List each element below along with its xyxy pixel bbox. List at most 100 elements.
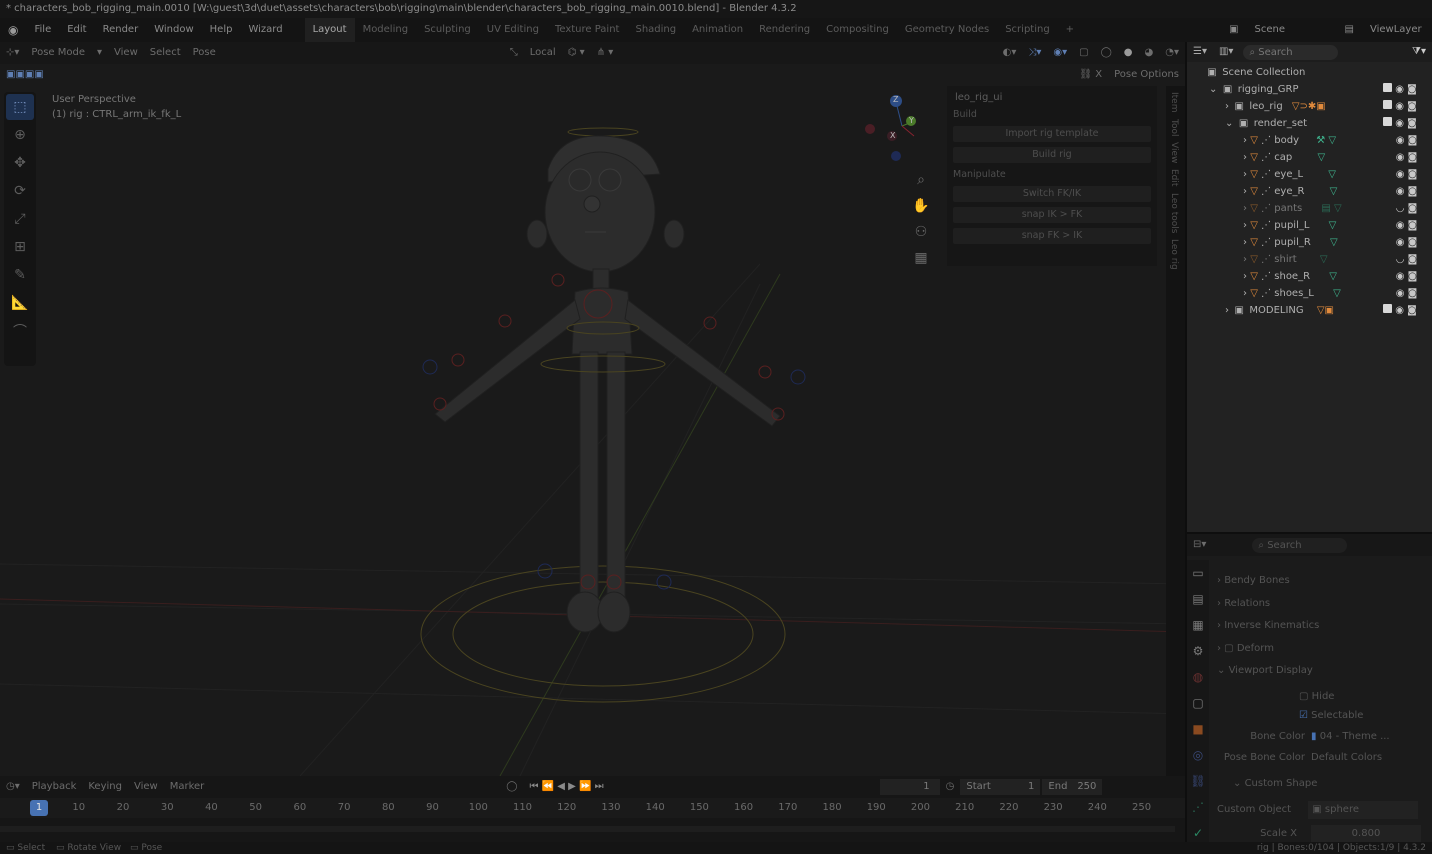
selectable-checkbox[interactable]: ☑ Selectable: [1299, 707, 1432, 725]
tab-leo-tools[interactable]: Leo tools: [1169, 193, 1179, 234]
scene-icon[interactable]: ▣: [1221, 18, 1246, 42]
data-tab-icon[interactable]: ⋰: [1187, 794, 1209, 820]
bone-color-select[interactable]: 04 - Theme ...: [1320, 731, 1390, 742]
custom-object-field[interactable]: ▣ sphere: [1308, 801, 1419, 819]
output-tab-icon[interactable]: ▦: [1187, 612, 1209, 638]
render-tab-icon[interactable]: ▤: [1187, 586, 1209, 612]
marker-menu[interactable]: Marker: [164, 776, 211, 798]
toggle-row[interactable]: ◡ ◙: [1383, 200, 1431, 217]
tab-rendering[interactable]: Rendering: [751, 18, 818, 42]
object-tab-icon[interactable]: ■: [1187, 716, 1209, 742]
timeline-scrollbar[interactable]: [0, 826, 1175, 832]
switch-fk-ik-button[interactable]: Switch FK/IK: [953, 186, 1151, 202]
mode-selector[interactable]: Pose Mode: [25, 42, 91, 64]
navigation-gizmo[interactable]: Z Y X: [862, 94, 922, 166]
ortho-grid-icon[interactable]: ▦: [910, 245, 932, 271]
menu-help[interactable]: Help: [202, 18, 241, 42]
tab-layout[interactable]: Layout: [304, 18, 355, 42]
physics-tab-icon[interactable]: ◎: [1187, 742, 1209, 768]
add-workspace-button[interactable]: +: [1058, 18, 1082, 42]
tab-tool[interactable]: Tool: [1169, 119, 1179, 136]
panel-deform[interactable]: › ▢ Deform: [1217, 640, 1427, 658]
pose-bone-color-select[interactable]: Default Colors: [1311, 752, 1382, 763]
tab-compositing[interactable]: Compositing: [818, 18, 897, 42]
menu-view[interactable]: View: [108, 42, 144, 64]
character-mesh[interactable]: [434, 127, 781, 633]
select-mode-icons[interactable]: ▣▣▣▣: [0, 64, 50, 86]
scene-collection-row[interactable]: ▣ Scene Collection: [1187, 64, 1432, 81]
panel-bendy-bones[interactable]: › Bendy Bones: [1217, 572, 1427, 590]
toggle-row[interactable]: ◉ ◙: [1383, 81, 1431, 98]
toggle-row[interactable]: ◉ ◙: [1383, 98, 1431, 115]
tab-item[interactable]: Item: [1169, 92, 1179, 113]
xray-icon[interactable]: ▢: [1073, 42, 1094, 64]
frame-ruler[interactable]: 1 10 20 30 40 50 60 70 80 90 100 110 120 130 140 150 160…: [0, 798, 1185, 818]
record-icon[interactable]: ◯: [500, 776, 523, 798]
scene-selector[interactable]: Scene: [1247, 18, 1337, 42]
tab-sculpting[interactable]: Sculpting: [416, 18, 479, 42]
current-frame-field[interactable]: 1: [879, 779, 940, 795]
gizmo-toggle-icon[interactable]: ⤨▾: [1022, 42, 1047, 64]
start-frame-field[interactable]: Start 1: [960, 779, 1041, 795]
annotate-tool-icon[interactable]: ✎: [6, 262, 34, 288]
shading-solid-icon[interactable]: ●: [1118, 42, 1139, 64]
toggle-row[interactable]: ◉ ◙: [1383, 217, 1431, 234]
preview-range-icon[interactable]: ◷: [940, 776, 961, 798]
toggle-row[interactable]: ◉ ◙: [1383, 132, 1431, 149]
toggle-row[interactable]: ◡ ◙: [1383, 251, 1431, 268]
playback-menu[interactable]: Playback: [26, 776, 83, 798]
measure-tool-icon[interactable]: 📐: [6, 290, 34, 316]
toggle-row[interactable]: ◉ ◙: [1383, 115, 1431, 132]
overlay-toggle-icon[interactable]: ◉▾: [1047, 42, 1073, 64]
toggle-row[interactable]: ◉ ◙: [1383, 234, 1431, 251]
menu-edit[interactable]: Edit: [59, 18, 94, 42]
timeline-type-icon[interactable]: ◷▾: [0, 776, 26, 798]
camera-view-icon[interactable]: ⚇: [910, 219, 932, 245]
end-frame-field[interactable]: End 250: [1042, 779, 1103, 795]
menu-window[interactable]: Window: [146, 18, 201, 42]
pan-hand-icon[interactable]: ✋: [910, 193, 932, 219]
pivot-icon[interactable]: ⌬ ▾: [562, 42, 591, 64]
tab-uv-editing[interactable]: UV Editing: [479, 18, 547, 42]
tab-animation[interactable]: Animation: [684, 18, 751, 42]
tab-texture-paint[interactable]: Texture Paint: [547, 18, 628, 42]
menu-render[interactable]: Render: [95, 18, 147, 42]
menu-file[interactable]: File: [26, 18, 59, 42]
timeline-view-menu[interactable]: View: [128, 776, 164, 798]
tab-scripting[interactable]: Scripting: [997, 18, 1057, 42]
select-box-tool-icon[interactable]: ⬚: [6, 94, 34, 120]
toggle-row[interactable]: ◉ ◙: [1383, 166, 1431, 183]
menu-pose[interactable]: Pose: [187, 42, 222, 64]
view-layer-selector[interactable]: ViewLayer: [1362, 18, 1432, 42]
toggle-row[interactable]: ◉ ◙: [1383, 183, 1431, 200]
toggle-row[interactable]: ◉ ◙: [1383, 268, 1431, 285]
pose-options-icon[interactable]: ⛓ X: [1073, 64, 1108, 86]
editor-type-icon[interactable]: ⊹▾: [0, 42, 25, 64]
shading-material-icon[interactable]: ◕: [1139, 42, 1160, 64]
tab-geometry-nodes[interactable]: Geometry Nodes: [897, 18, 997, 42]
tab-leo-rig[interactable]: Leo rig: [1169, 239, 1179, 270]
shading-wireframe-icon[interactable]: ◯: [1095, 42, 1118, 64]
playback-controls[interactable]: ⏮ ⏪ ◀ ▶ ⏩ ⏭: [523, 776, 609, 798]
move-tool-icon[interactable]: ✥: [6, 150, 34, 176]
pose-options-button[interactable]: Pose Options: [1108, 64, 1185, 86]
transform-tool-icon[interactable]: ⊞: [6, 234, 34, 260]
menu-select[interactable]: Select: [144, 42, 187, 64]
rotate-tool-icon[interactable]: ⟳: [6, 178, 34, 204]
outliner-type-icon[interactable]: ☰▾: [1187, 41, 1213, 63]
panel-inverse-kinematics[interactable]: › Inverse Kinematics: [1217, 617, 1427, 635]
snap-icon[interactable]: ⋔ ▾: [591, 42, 620, 64]
keying-menu[interactable]: Keying: [82, 776, 128, 798]
properties-type-icon[interactable]: ⊟▾: [1187, 534, 1212, 556]
outliner-search-input[interactable]: ⌕ Search: [1243, 44, 1339, 60]
orientation-icon[interactable]: ⤡: [504, 42, 524, 64]
scale-x-field[interactable]: 0.800: [1311, 825, 1421, 843]
tab-modeling[interactable]: Modeling: [355, 18, 417, 42]
bend-tool-icon[interactable]: ⌒: [6, 318, 34, 344]
collection-tab-icon[interactable]: ▢: [1187, 690, 1209, 716]
build-rig-button[interactable]: Build rig: [953, 147, 1151, 163]
toggle-row[interactable]: ◉ ◙: [1383, 285, 1431, 302]
scene-tab-icon[interactable]: ⚙: [1187, 638, 1209, 664]
blender-logo-icon[interactable]: ◉: [0, 18, 26, 42]
tab-edit[interactable]: Edit: [1169, 169, 1179, 186]
